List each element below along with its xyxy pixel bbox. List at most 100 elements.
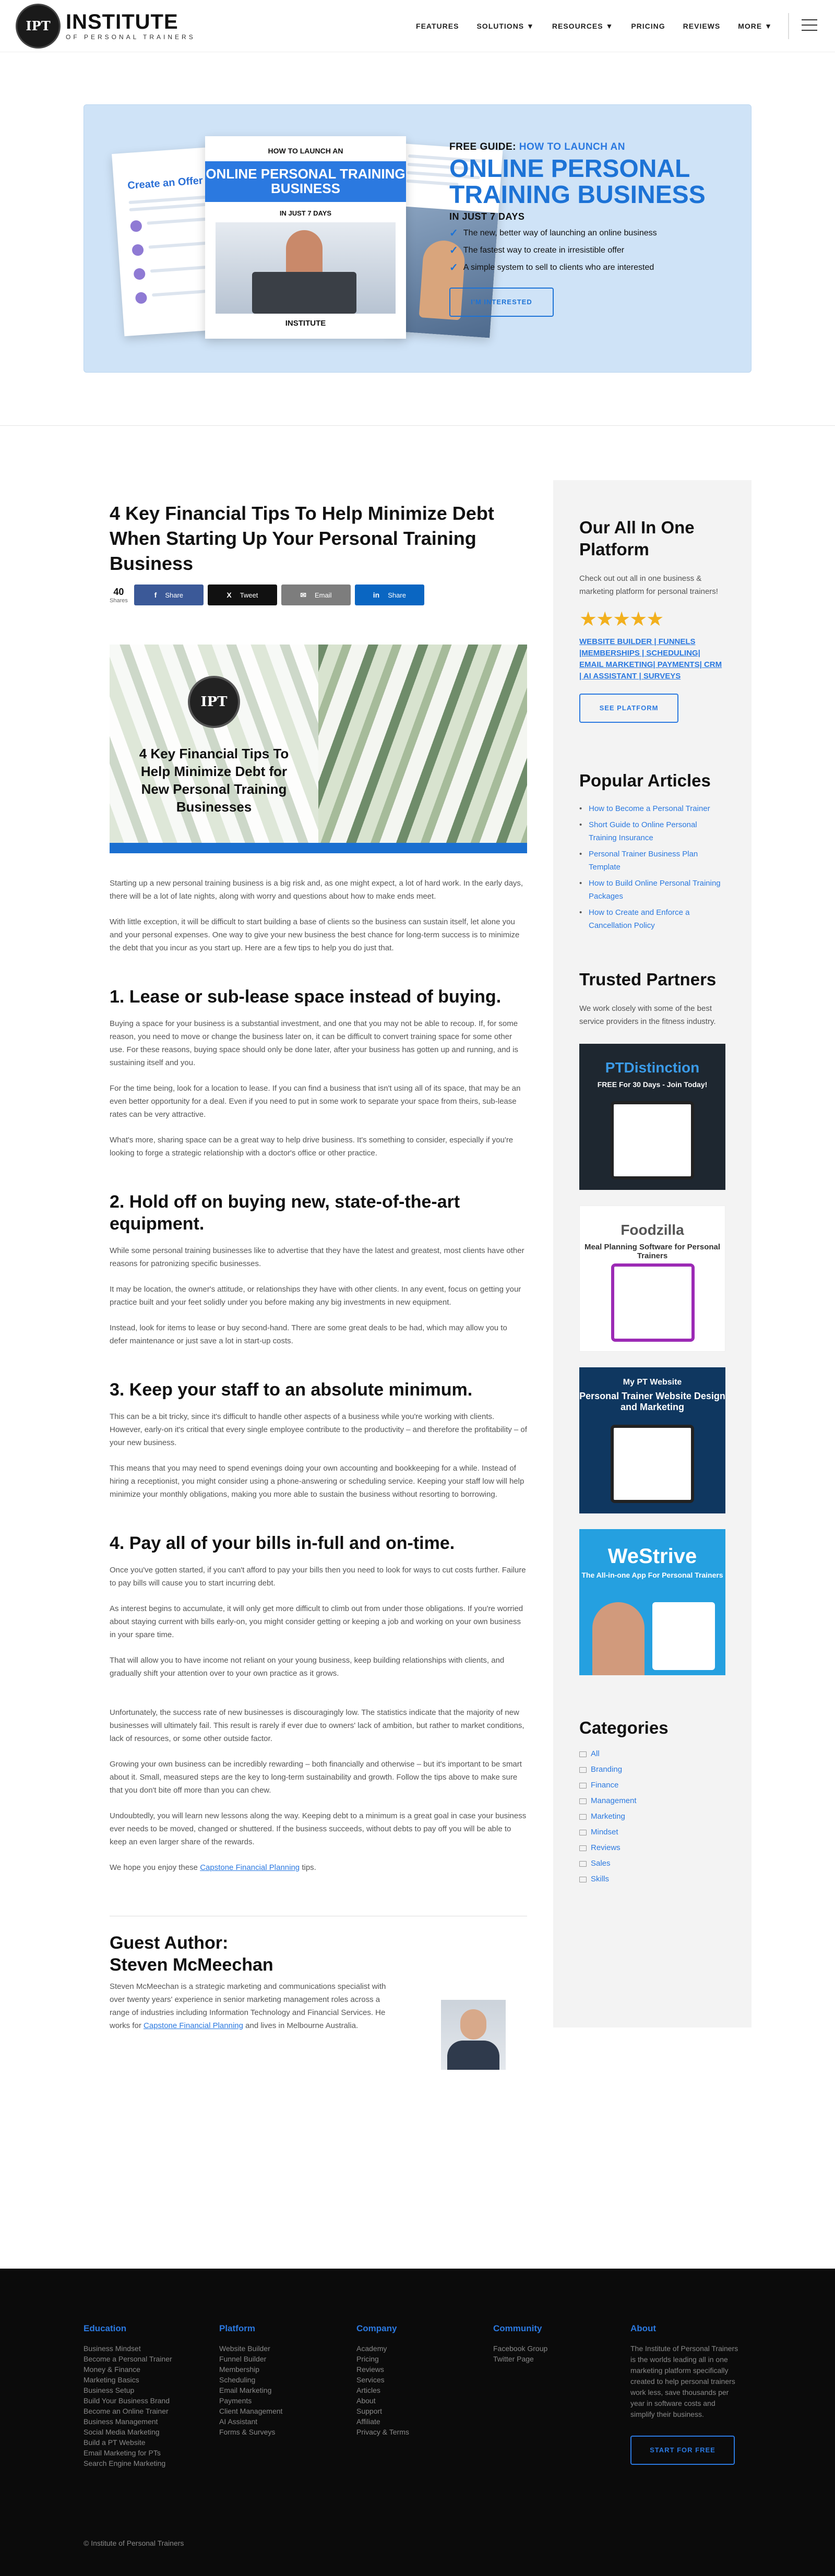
footer-link[interactable]: Search Engine Marketing (84, 2458, 188, 2468)
footer-link[interactable]: Membership (219, 2364, 324, 2375)
footer-link[interactable]: Business Mindset (84, 2343, 188, 2354)
platform-features-link[interactable]: WEBSITE BUILDER | FUNNELS |MEMBERSHIPS |… (579, 636, 725, 682)
footer-link[interactable]: Business Setup (84, 2385, 188, 2395)
footer-link[interactable]: Become an Online Trainer (84, 2406, 188, 2416)
copyright: © Institute of Personal Trainers (84, 2539, 184, 2547)
section-heading-1: 1. Lease or sub-lease space instead of b… (110, 987, 502, 1007)
footer-link[interactable]: Become a Personal Trainer (84, 2354, 188, 2364)
article-paragraph: Starting up a new personal training busi… (110, 879, 523, 901)
footer-link[interactable]: Funnel Builder (219, 2354, 324, 2364)
footer-education-title: Education (84, 2323, 127, 2333)
partner-ad-westrive[interactable]: WeStrive The All-in-one App For Personal… (579, 1529, 725, 1675)
nav-pricing[interactable]: PRICING (631, 22, 665, 30)
footer-link[interactable]: Social Media Marketing (84, 2427, 188, 2437)
footer-link[interactable]: Scheduling (219, 2375, 324, 2385)
folder-icon (579, 1782, 587, 1788)
footer-link[interactable]: Privacy & Terms (356, 2427, 461, 2437)
category-sales[interactable]: Sales (579, 1858, 725, 1869)
free-guide-banner: Create an Offer HOW TO LAUNCH AN ONLINE … (84, 104, 752, 373)
hamburger-icon[interactable] (802, 19, 817, 35)
footer-link[interactable]: Affiliate (356, 2416, 461, 2427)
popular-article-link[interactable]: Short Guide to Online Personal Training … (579, 818, 725, 844)
trusted-partners: Trusted Partners We work closely with so… (579, 969, 725, 1675)
hero-badge: IPT (188, 676, 240, 728)
banner-eyebrow-link[interactable]: HOW TO LAUNCH AN (519, 141, 625, 152)
laptop-mockup (611, 1425, 694, 1503)
nav-more[interactable]: MORE ▼ (738, 22, 772, 30)
footer-link[interactable]: Business Management (84, 2416, 188, 2427)
partners-title: Trusted Partners (579, 970, 717, 989)
footer-community-title: Community (493, 2323, 542, 2333)
capstone-link[interactable]: Capstone Financial Planning (200, 1863, 300, 1872)
footer-link[interactable]: Academy (356, 2343, 461, 2354)
footer-link[interactable]: Facebook Group (493, 2343, 598, 2354)
guide-cover-days: IN JUST 7 DAYS (279, 209, 332, 217)
footer-link[interactable]: Email Marketing (219, 2385, 324, 2395)
email-share-button[interactable]: ✉ Email (281, 585, 351, 605)
footer-link[interactable]: Website Builder (219, 2343, 324, 2354)
logo-subtitle: OF PERSONAL TRAINERS (66, 33, 196, 41)
footer-link[interactable]: Services (356, 2375, 461, 2385)
x-tweet-button[interactable]: X Tweet (207, 585, 277, 605)
category-management[interactable]: Management (579, 1795, 725, 1807)
section-heading-2: 2. Hold off on buying new, state-of-the-… (110, 1192, 460, 1234)
linkedin-share-button[interactable]: in Share (354, 585, 424, 605)
footer-link[interactable]: Build a PT Website (84, 2437, 188, 2448)
footer-link[interactable]: Pricing (356, 2354, 461, 2364)
category-all[interactable]: All (579, 1748, 725, 1760)
phone-mockup (611, 1101, 694, 1179)
footer-link[interactable]: Marketing Basics (84, 2375, 188, 2385)
banner-check-1: ✓ The new, better way of launching an onl… (449, 228, 657, 239)
see-platform-button[interactable]: SEE PLATFORM (579, 694, 678, 723)
banner-check-3: ✓ A simple system to sell to clients who … (449, 262, 654, 273)
footer-link[interactable]: Reviews (356, 2364, 461, 2375)
category-skills[interactable]: Skills (579, 1874, 725, 1885)
partner-ad-mypt[interactable]: My PT Website Personal Trainer Website D… (579, 1367, 725, 1513)
site-logo[interactable]: IPT INSTITUTE OF PERSONAL TRAINERS (16, 3, 196, 49)
site-footer: Education Business Mindset Become a Pers… (0, 2269, 835, 2576)
folder-icon (579, 1861, 587, 1867)
footer-link[interactable]: Build Your Business Brand (84, 2395, 188, 2406)
interested-button[interactable]: I'M INTERESTED (449, 288, 554, 317)
banner-subhead: IN JUST 7 DAYS (449, 211, 525, 222)
nav-solutions[interactable]: SOLUTIONS ▼ (476, 22, 534, 30)
nav-divider (788, 13, 789, 39)
facebook-share-button[interactable]: f Share (134, 585, 204, 605)
article-paragraph: This can be a bit tricky, since it's dif… (110, 1412, 527, 1447)
footer-company: Company Academy Pricing Reviews Services… (356, 2323, 461, 2437)
article: 4 Key Financial Tips To Help Minimize De… (110, 501, 527, 2070)
category-finance[interactable]: Finance (579, 1780, 725, 1791)
footer-education: Education Business Mindset Become a Pers… (84, 2323, 188, 2468)
start-for-free-button[interactable]: START FOR FREE (630, 2436, 735, 2465)
footer-link[interactable]: Articles (356, 2385, 461, 2395)
folder-icon (579, 1798, 587, 1804)
nav-resources[interactable]: RESOURCES ▼ (552, 22, 613, 30)
footer-link[interactable]: AI Assistant (219, 2416, 324, 2427)
popular-article-link[interactable]: How to Create and Enforce a Cancellation… (579, 906, 725, 932)
footer-link[interactable]: Money & Finance (84, 2364, 188, 2375)
author-company-link[interactable]: Capstone Financial Planning (144, 2021, 243, 2030)
footer-link[interactable]: Support (356, 2406, 461, 2416)
nav-features[interactable]: FEATURES (416, 22, 459, 30)
popular-article-link[interactable]: Personal Trainer Business Plan Template (579, 848, 725, 874)
category-marketing[interactable]: Marketing (579, 1811, 725, 1822)
guide-cover-logo: INSTITUTE (285, 319, 326, 328)
popular-article-link[interactable]: How to Build Online Personal Training Pa… (579, 877, 725, 903)
category-mindset[interactable]: Mindset (579, 1827, 725, 1838)
footer-link[interactable]: Forms & Surveys (219, 2427, 324, 2437)
footer-link[interactable]: Email Marketing for PTs (84, 2448, 188, 2458)
banner-copy: FREE GUIDE: HOW TO LAUNCH AN ONLINE PERS… (449, 141, 742, 317)
popular-article-link[interactable]: How to Become a Personal Trainer (579, 802, 725, 815)
footer-link[interactable]: Client Management (219, 2406, 324, 2416)
partner-ad-ptdistinction[interactable]: PTDistinction FREE For 30 Days - Join To… (579, 1044, 725, 1190)
article-paragraph: Unfortunately, the success rate of new b… (110, 1708, 524, 1743)
partner-ad-foodzilla[interactable]: Foodzilla Meal Planning Software for Per… (579, 1206, 725, 1352)
footer-link[interactable]: About (356, 2395, 461, 2406)
nav-reviews[interactable]: REVIEWS (683, 22, 721, 30)
category-reviews[interactable]: Reviews (579, 1842, 725, 1854)
popular-title: Popular Articles (579, 771, 711, 790)
footer-link[interactable]: Twitter Page (493, 2354, 598, 2364)
category-branding[interactable]: Branding (579, 1764, 725, 1775)
footer-link[interactable]: Payments (219, 2395, 324, 2406)
footer-community: Community Facebook Group Twitter Page (493, 2323, 598, 2364)
